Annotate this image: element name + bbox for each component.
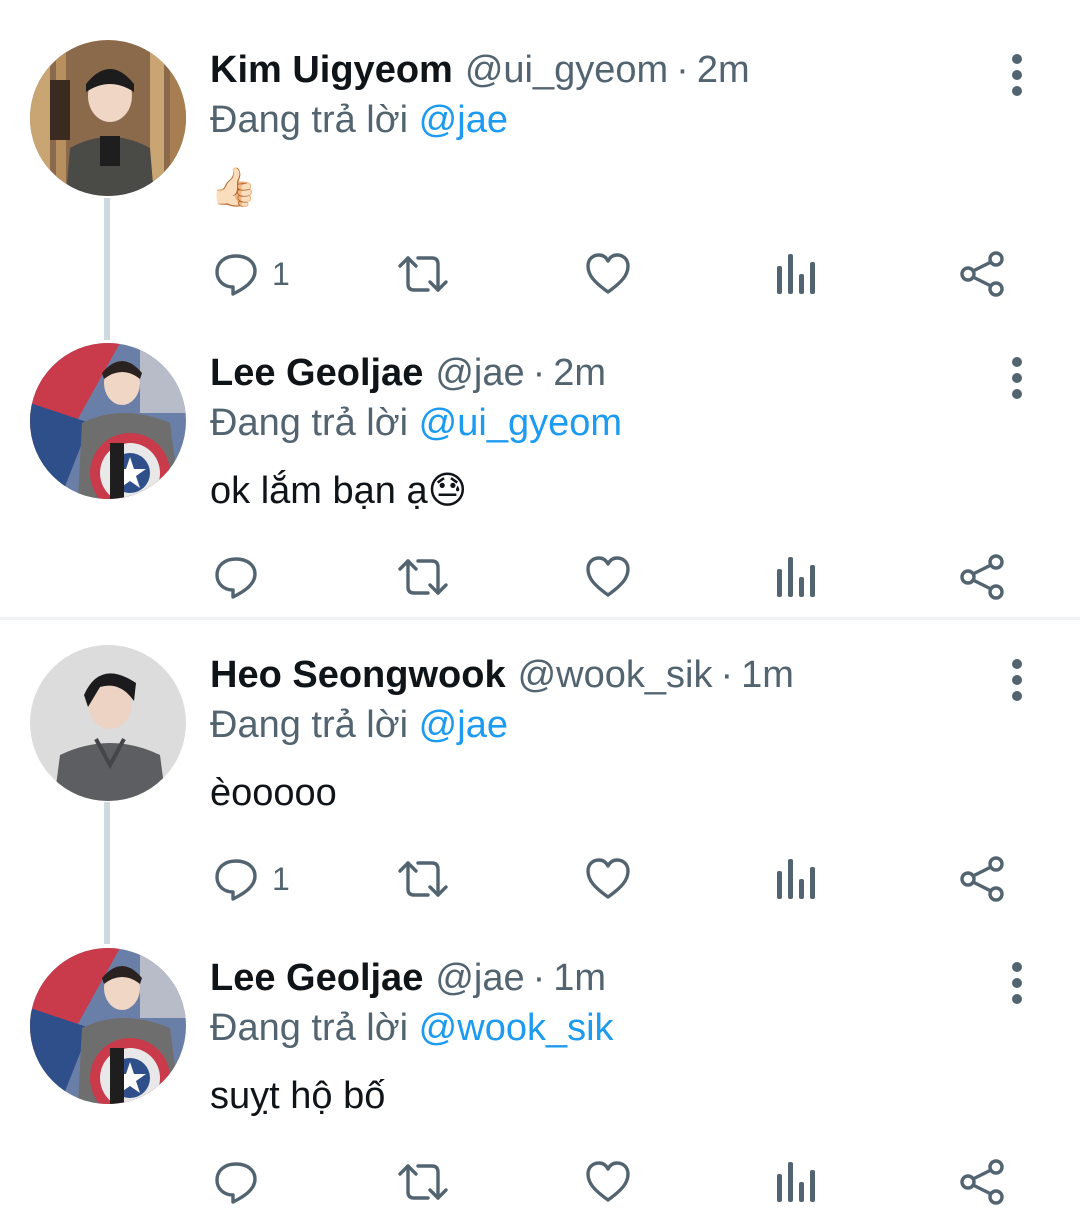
replying-to: Đang trả lời @jae	[210, 701, 508, 749]
tweet-actions: 1	[0, 849, 1080, 909]
reply-button[interactable]: 1	[212, 244, 290, 304]
like-icon	[584, 1158, 632, 1206]
reply-count: 1	[272, 860, 290, 897]
share-button[interactable]	[958, 849, 1006, 909]
replying-to-label: Đang trả lời	[210, 99, 409, 141]
reply-icon	[212, 855, 260, 903]
thread-divider	[0, 617, 1080, 620]
like-icon	[584, 855, 632, 903]
reply-icon	[212, 1158, 260, 1206]
share-icon	[958, 250, 1006, 298]
author-name[interactable]: Lee Geoljae	[210, 954, 423, 1002]
tweet-text: èooooo	[210, 772, 337, 814]
reply-button[interactable]	[212, 1152, 272, 1212]
separator-dot: ·	[676, 49, 689, 91]
separator-dot: ·	[532, 352, 546, 394]
avatar[interactable]	[30, 40, 186, 196]
share-icon	[958, 553, 1006, 601]
retweet-button[interactable]	[396, 849, 450, 909]
tweet-header: Lee Geoljae @jae · 1m	[210, 954, 606, 1002]
avatar[interactable]	[30, 948, 186, 1104]
like-button[interactable]	[584, 849, 632, 909]
share-button[interactable]	[958, 547, 1006, 607]
like-button[interactable]	[584, 1152, 632, 1212]
timestamp[interactable]: 2m	[553, 349, 606, 397]
tweet-header: Kim Uigyeom @ui_gyeom · 2m	[210, 46, 750, 94]
analytics-button[interactable]	[774, 1152, 818, 1212]
author-handle[interactable]: @jae	[435, 954, 524, 1002]
replying-to-label: Đang trả lời	[210, 1007, 409, 1049]
more-options-icon[interactable]	[1000, 351, 1034, 405]
retweet-icon	[396, 855, 450, 903]
retweet-button[interactable]	[396, 244, 450, 304]
share-icon	[958, 1158, 1006, 1206]
replying-to-mention[interactable]: @ui_gyeom	[419, 402, 622, 444]
share-button[interactable]	[958, 244, 1006, 304]
replying-to-label: Đang trả lời	[210, 704, 409, 746]
more-options-icon[interactable]	[1000, 653, 1034, 707]
author-name[interactable]: Kim Uigyeom	[210, 46, 453, 94]
like-button[interactable]	[584, 244, 632, 304]
timestamp[interactable]: 1m	[741, 651, 794, 699]
replying-to: Đang trả lời @jae	[210, 96, 508, 144]
share-icon	[958, 855, 1006, 903]
analytics-icon	[774, 553, 818, 601]
analytics-icon	[774, 855, 818, 903]
retweet-button[interactable]	[396, 547, 450, 607]
replying-to-mention[interactable]: @jae	[419, 99, 508, 141]
replying-to-label: Đang trả lời	[210, 402, 409, 444]
analytics-icon	[774, 1158, 818, 1206]
author-handle[interactable]: @ui_gyeom	[465, 46, 668, 94]
more-options-icon[interactable]	[1000, 48, 1034, 102]
analytics-button[interactable]	[774, 849, 818, 909]
like-button[interactable]	[584, 547, 632, 607]
reply-icon	[212, 250, 260, 298]
retweet-icon	[396, 553, 450, 601]
tweet-actions	[0, 547, 1080, 607]
analytics-icon	[774, 250, 818, 298]
tweet-text: ok lắm bạn ạ😓	[210, 470, 468, 512]
tweet-actions	[0, 1152, 1080, 1212]
separator-dot: ·	[720, 654, 734, 696]
reply-button[interactable]	[212, 547, 272, 607]
timestamp[interactable]: 1m	[553, 954, 606, 1002]
author-name[interactable]: Heo Seongwook	[210, 651, 506, 699]
like-icon	[584, 250, 632, 298]
replying-to-mention[interactable]: @wook_sik	[419, 1007, 614, 1049]
reply-count: 1	[272, 255, 290, 292]
tweet-text: 👍🏻	[210, 167, 258, 209]
more-options-icon[interactable]	[1000, 956, 1034, 1010]
tweet-header: Heo Seongwook @wook_sik · 1m	[210, 651, 794, 699]
reply-icon	[212, 553, 260, 601]
author-handle[interactable]: @jae	[435, 349, 524, 397]
like-icon	[584, 553, 632, 601]
timestamp[interactable]: 2m	[697, 46, 750, 94]
separator-dot: ·	[532, 957, 546, 999]
analytics-button[interactable]	[774, 244, 818, 304]
tweet-text: suỵt hộ bố	[210, 1075, 386, 1117]
retweet-icon	[396, 1158, 450, 1206]
replying-to-mention[interactable]: @jae	[419, 704, 508, 746]
retweet-button[interactable]	[396, 1152, 450, 1212]
replying-to: Đang trả lời @ui_gyeom	[210, 399, 622, 447]
analytics-button[interactable]	[774, 547, 818, 607]
retweet-icon	[396, 250, 450, 298]
tweet-actions: 1	[0, 244, 1080, 304]
share-button[interactable]	[958, 1152, 1006, 1212]
tweet-header: Lee Geoljae @jae · 2m	[210, 349, 606, 397]
replying-to: Đang trả lời @wook_sik	[210, 1004, 614, 1052]
reply-button[interactable]: 1	[212, 849, 290, 909]
author-handle[interactable]: @wook_sik	[518, 651, 713, 699]
avatar[interactable]	[30, 645, 186, 801]
avatar[interactable]	[30, 343, 186, 499]
author-name[interactable]: Lee Geoljae	[210, 349, 423, 397]
